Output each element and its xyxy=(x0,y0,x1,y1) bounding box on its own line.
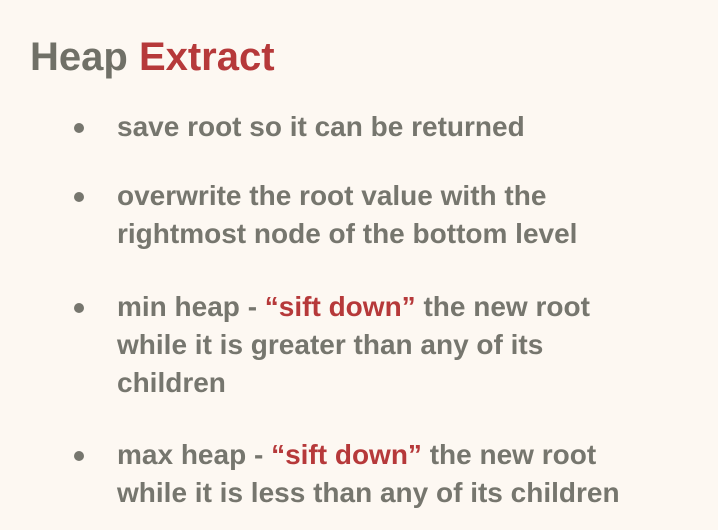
bullet-highlight: “sift down” xyxy=(271,439,422,470)
bullet-first-line: max heap - “sift down” the new root xyxy=(117,436,715,474)
bullet-prefix: min heap - xyxy=(117,291,265,322)
bullet-dot-icon xyxy=(74,451,84,461)
slide-title: Heap Extract xyxy=(30,33,275,81)
bullet-highlight: “sift down” xyxy=(264,291,416,322)
slide: Heap Extract save root so it can be retu… xyxy=(0,0,718,530)
bullet-suffix: the new root xyxy=(421,439,597,470)
bullet-item: save root so it can be returned xyxy=(74,108,715,146)
bullet-prefix: max heap - xyxy=(117,439,272,470)
title-accent: Extract xyxy=(138,35,275,79)
bullet-suffix: the new root xyxy=(415,291,590,322)
bullet-text: while it is greater than any of its xyxy=(117,329,544,360)
bullet-text: overwrite the root value with the xyxy=(117,180,547,211)
bullet-text: children xyxy=(117,367,226,398)
bullet-dot-icon xyxy=(74,192,84,202)
bullet-item: max heap - “sift down” the new root whil… xyxy=(74,436,715,512)
bullet-text: rightmost node of the bottom level xyxy=(117,218,578,249)
bullet-text: while it is less than any of its childre… xyxy=(117,477,620,508)
bullet-item: min heap - “sift down” the new root whil… xyxy=(74,288,715,402)
bullet-item: overwrite the root value with the rightm… xyxy=(74,177,715,253)
bullet-first-line: min heap - “sift down” the new root xyxy=(117,288,715,326)
title-main: Heap xyxy=(30,35,139,79)
bullet-text: save root so it can be returned xyxy=(117,111,525,142)
bullet-dot-icon xyxy=(74,123,84,133)
bullet-dot-icon xyxy=(74,303,84,313)
